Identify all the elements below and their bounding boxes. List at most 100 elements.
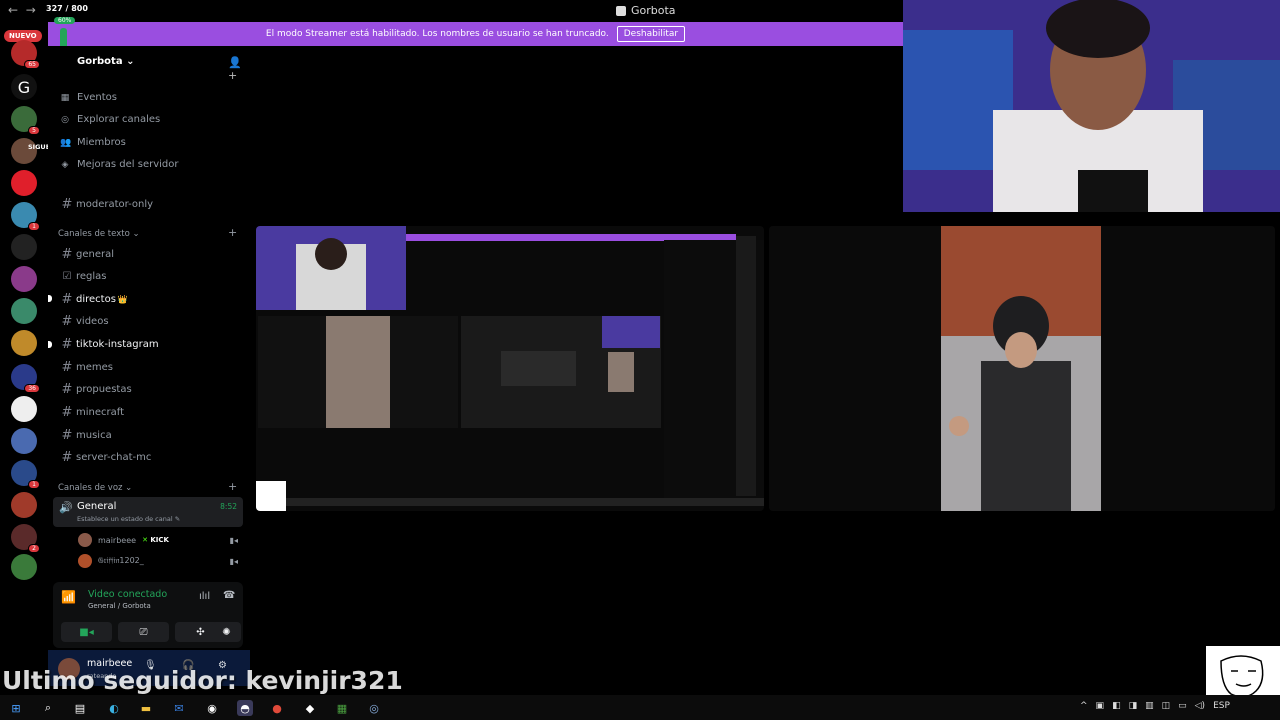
discord-window: ← → 327 / 800 Gorbota El modo Streamer e… — [0, 0, 1280, 720]
tray-app-icon[interactable]: ◫ — [1162, 701, 1171, 711]
server-icon-4[interactable] — [11, 138, 37, 164]
channel-status-text[interactable]: Establece un estado de canal — [77, 515, 173, 523]
channel-label: musica — [76, 429, 112, 441]
speaker-icon: 🔊 — [59, 501, 73, 514]
channel-propuestas[interactable]: # propuestas — [58, 379, 238, 399]
server-icon-13[interactable] — [11, 428, 37, 454]
obs-icon[interactable]: ◉ — [204, 700, 220, 716]
explorer-icon[interactable]: ▬ — [138, 700, 154, 716]
mention-badge: 65 — [24, 60, 40, 69]
channel-tiktok-instagram[interactable]: # tiktok-instagram — [58, 334, 238, 354]
server-icon-3[interactable]: 5 — [11, 106, 40, 135]
voice-user-griffin[interactable]: 𝔊𝔯𝔦𝔣𝔣𝔦𝔫1202_ ▮◂ — [78, 553, 238, 569]
category-label: Canales de voz — [58, 483, 123, 493]
boost-icon: ◈ — [61, 160, 69, 170]
channel-memes[interactable]: # memes — [58, 357, 238, 377]
channel-server-chat-mc[interactable]: # server-chat-mc — [58, 447, 238, 467]
channel-label: server-chat-mc — [76, 451, 152, 463]
channel-videos[interactable]: # videos — [58, 311, 238, 331]
server-icon-10[interactable] — [11, 330, 37, 356]
voice-location[interactable]: General / Gorbota — [88, 602, 151, 610]
screen-share-button[interactable]: ⎚ — [118, 622, 169, 642]
invite-people-icon[interactable]: 👤+ — [228, 56, 250, 82]
steam-icon[interactable]: ◎ — [366, 700, 382, 716]
tray-app-icon[interactable]: ◨ — [1129, 701, 1138, 711]
screen-share-image — [256, 226, 764, 511]
server-icon-12[interactable] — [11, 396, 37, 422]
progress-percent: 60% — [54, 17, 76, 24]
channel-moderator-only[interactable]: # moderator-only — [58, 194, 238, 214]
forward-arrow-icon[interactable]: → — [26, 3, 36, 17]
noise-suppression-icon[interactable]: ılıl — [199, 591, 210, 602]
kick-icon: ✕ — [142, 536, 148, 544]
channel-label: tiktok-instagram — [76, 338, 159, 350]
server-name-header[interactable]: Gorbota ⌄ — [77, 56, 134, 67]
windows-icon[interactable]: ⊞ — [8, 700, 24, 716]
camera-tile[interactable] — [769, 226, 1275, 511]
soundboard-button[interactable]: ✺ — [212, 622, 241, 642]
server-icon-6[interactable]: 1 — [11, 202, 40, 231]
signal-icon[interactable]: 📶 — [61, 590, 76, 604]
volume-icon[interactable]: ◁) — [1195, 701, 1205, 711]
discord-icon[interactable]: ◓ — [237, 700, 253, 716]
tray-app-icon[interactable]: ▣ — [1096, 701, 1105, 711]
network-icon[interactable]: ▭ — [1178, 701, 1187, 711]
channel-directos[interactable]: # directos 👑 — [58, 289, 238, 309]
hash-icon: # — [61, 291, 73, 307]
disconnect-icon[interactable]: ☎ — [223, 590, 235, 601]
edge-icon[interactable]: ◐ — [106, 700, 122, 716]
disable-streamer-button[interactable]: Deshabilitar — [616, 26, 686, 42]
hash-icon: # — [61, 359, 73, 375]
chrome-icon[interactable]: ● — [269, 700, 285, 716]
set-channel-status[interactable]: Establece un estado de canal ✎ — [77, 515, 180, 523]
server-icon-1[interactable]: 65 — [11, 40, 40, 69]
tray-app-icon[interactable]: ▥ — [1145, 701, 1154, 711]
voice-channel-general[interactable]: 🔊 General Establece un estado de canal ✎… — [53, 497, 243, 527]
channel-musica[interactable]: # musica — [58, 425, 238, 445]
server-icon-11[interactable]: 36 — [11, 364, 40, 393]
nav-members[interactable]: Miembros — [77, 137, 126, 148]
nav-events[interactable]: Eventos — [77, 92, 117, 103]
server-name[interactable]: Gorbota — [77, 56, 123, 67]
server-icon-15[interactable] — [11, 492, 37, 518]
voice-status[interactable]: Video conectado — [88, 589, 167, 600]
server-icon-9[interactable] — [11, 298, 37, 324]
screen-share-tile[interactable] — [256, 226, 764, 511]
voice-channel-name: General — [77, 501, 117, 512]
server-icon — [616, 5, 626, 16]
channel-minecraft[interactable]: # minecraft — [58, 402, 238, 422]
tray-app-icon[interactable]: ◧ — [1112, 701, 1121, 711]
back-arrow-icon[interactable]: ← — [8, 3, 18, 17]
search-icon[interactable]: ⌕ — [40, 700, 56, 716]
nav-server-boosts[interactable]: Mejoras del servidor — [77, 159, 179, 170]
history-nav[interactable]: ← → — [8, 3, 36, 17]
server-icon-7[interactable] — [11, 234, 37, 260]
camera-button[interactable]: ■◂ — [61, 622, 112, 642]
category-voice-channels[interactable]: Canales de voz ⌄ — [58, 483, 132, 493]
server-icon-17[interactable] — [11, 554, 37, 580]
add-text-channel-icon[interactable]: + — [228, 226, 237, 239]
server-icon-8[interactable] — [11, 266, 37, 292]
window-title: Gorbota — [616, 4, 676, 17]
server-icon-5[interactable] — [11, 170, 37, 196]
voice-user-mairbeee[interactable]: mairbeee ✕ KICK ▮◂ — [78, 532, 238, 548]
mention-badge: 36 — [24, 384, 40, 393]
server-icon-16[interactable]: 2 — [11, 524, 40, 553]
minecraft-icon[interactable]: ▦ — [334, 700, 350, 716]
language-indicator[interactable]: ESP — [1213, 701, 1230, 711]
chevron-down-icon[interactable]: ⌄ — [126, 56, 134, 67]
channel-general[interactable]: # general — [58, 244, 238, 264]
chevron-up-icon[interactable]: ^ — [1080, 701, 1088, 711]
server-icon-14[interactable]: 1 — [11, 460, 40, 489]
channel-label: reglas — [76, 270, 107, 282]
mail-icon[interactable]: ✉ — [171, 700, 187, 716]
channel-reglas[interactable]: ☑ reglas — [58, 266, 238, 286]
category-text-channels[interactable]: Canales de texto ⌄ — [58, 229, 140, 239]
add-voice-channel-icon[interactable]: + — [228, 480, 237, 493]
app-icon[interactable]: ◆ — [302, 700, 318, 716]
avatar — [78, 533, 92, 547]
server-rail: NUEVO 65 G 5 SIGUEME SOMOS: 1 36 1 2 — [0, 22, 93, 687]
logitech-server-icon[interactable]: G — [11, 74, 37, 100]
nav-browse-channels[interactable]: Explorar canales — [77, 114, 160, 125]
taskview-icon[interactable]: ▤ — [72, 700, 88, 716]
